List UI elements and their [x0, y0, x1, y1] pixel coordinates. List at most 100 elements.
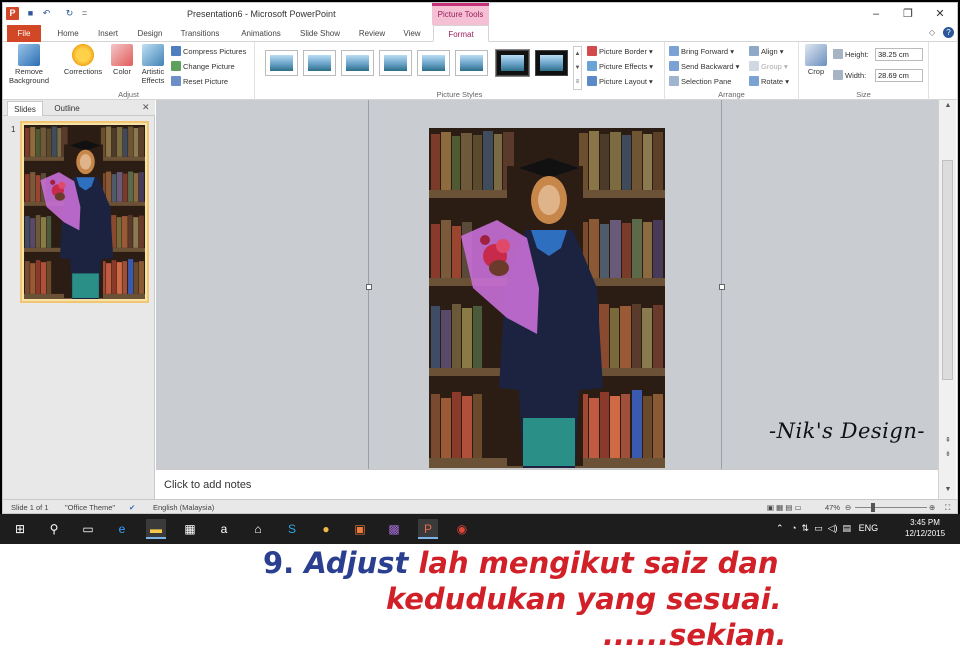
width-input[interactable]: 28.69 cm	[875, 69, 923, 82]
tab-animations[interactable]: Animations	[235, 25, 287, 42]
close-panel-icon[interactable]: ✕	[142, 102, 150, 113]
send-backward-button[interactable]: Send Backward ▾	[669, 60, 739, 73]
windows-start-icon[interactable]: ⊞	[10, 519, 30, 539]
slides-panel: Slides Outline ✕ 1	[3, 100, 155, 499]
photos-icon[interactable]: ▣	[350, 519, 370, 539]
zoom-level[interactable]: 47%	[825, 503, 840, 512]
align-button[interactable]: Align ▾	[749, 45, 784, 58]
home-icon[interactable]: ⌂	[248, 519, 268, 539]
tab-file[interactable]: File	[7, 25, 41, 42]
clock[interactable]: 3:45 PM 12/12/2015	[905, 517, 945, 539]
minimize-button[interactable]: –	[865, 6, 887, 22]
tab-home[interactable]: Home	[51, 25, 85, 42]
onenote-icon[interactable]: ▩	[384, 519, 404, 539]
scroll-down-arrow[interactable]: ▼	[939, 486, 957, 493]
input-language[interactable]: ENG	[859, 523, 879, 533]
powerpoint-logo-icon[interactable]: P	[6, 7, 19, 20]
picture-style-1[interactable]	[265, 50, 298, 76]
selection-pane-button[interactable]: Selection Pane	[669, 75, 731, 88]
slide-thumbnail[interactable]	[20, 121, 149, 303]
picture-style-3[interactable]	[341, 50, 374, 76]
battery-icon[interactable]: ▭	[814, 523, 823, 533]
picture-style-6[interactable]	[455, 50, 488, 76]
zoom-slider[interactable]	[855, 507, 927, 508]
notes-pane[interactable]: Click to add notes	[156, 469, 938, 499]
picture-style-5[interactable]	[417, 50, 450, 76]
picture-style-2[interactable]	[303, 50, 336, 76]
picture-style-4[interactable]	[379, 50, 412, 76]
scroll-up-arrow[interactable]: ▲	[939, 102, 957, 109]
show-hidden-icons[interactable]: ⌃	[776, 523, 784, 533]
zoom-in-icon[interactable]: ⊕	[929, 503, 935, 512]
vertical-scrollbar[interactable]: ▲ ⇞ ⇟ ▼	[938, 100, 956, 499]
edge-browser-icon[interactable]: e	[112, 519, 132, 539]
fit-slide-icon[interactable]: ⛶	[945, 503, 950, 513]
corrections-button[interactable]: Corrections	[61, 44, 105, 76]
help-icon[interactable]: ?	[943, 27, 954, 38]
crop-button[interactable]: Crop	[803, 44, 829, 76]
undo-icon[interactable]: ↶	[40, 7, 53, 20]
remove-background-button[interactable]: Remove Background	[7, 44, 51, 85]
next-slide-icon[interactable]: ⇟	[939, 450, 957, 458]
customize-qat-icon[interactable]: =	[78, 7, 91, 20]
graduation-photo[interactable]	[429, 128, 665, 468]
tab-design[interactable]: Design	[133, 25, 167, 42]
skype-icon[interactable]: S	[282, 519, 302, 539]
wifi-icon[interactable]: ◔	[791, 523, 796, 533]
artistic-effects-button[interactable]: Artistic Effects	[137, 44, 169, 85]
language-indicator[interactable]: English (Malaysia)	[153, 503, 214, 512]
task-view-icon[interactable]: ▭	[78, 519, 98, 539]
bring-forward-button[interactable]: Bring Forward ▾	[669, 45, 734, 58]
reset-picture-button[interactable]: Reset Picture	[171, 75, 228, 88]
tab-format[interactable]: Format	[433, 25, 489, 42]
file-explorer-icon[interactable]: ▬	[146, 519, 166, 539]
tab-transitions[interactable]: Transitions	[175, 25, 225, 42]
picture-border-button[interactable]: Picture Border ▾	[587, 45, 653, 58]
search-icon[interactable]: ⚲	[44, 519, 64, 539]
spell-check-icon[interactable]: ✔	[129, 503, 135, 512]
picture-style-7[interactable]	[495, 49, 530, 77]
powerpoint-taskbar-icon[interactable]: P	[418, 519, 438, 539]
maximize-button[interactable]: ❐	[897, 6, 919, 22]
resize-handle-right[interactable]	[719, 284, 725, 290]
compress-pictures-button[interactable]: Compress Pictures	[171, 45, 246, 58]
minimize-ribbon-icon[interactable]: ◇	[929, 28, 935, 37]
reset-picture-label: Reset Picture	[183, 77, 229, 86]
resize-handle-left[interactable]	[366, 284, 372, 290]
width-icon	[833, 70, 843, 80]
previous-slide-icon[interactable]: ⇞	[939, 436, 957, 444]
volume-icon[interactable]: ◁)	[828, 523, 838, 533]
change-picture-button[interactable]: Change Picture	[171, 60, 235, 73]
tab-review[interactable]: Review	[355, 25, 389, 42]
windows-taskbar: ⊞ ⚲ ▭ e ▬ ▦ a ⌂ S ● ▣ ▩ P ◉ ⌃ ◔ ⇅ ▭ ◁) ▤…	[0, 514, 960, 544]
system-tray[interactable]: ⌃ ◔ ⇅ ▭ ◁) ▤ ENG	[776, 523, 878, 534]
scroll-thumb[interactable]	[942, 160, 953, 380]
view-buttons[interactable]: ▣ ▦ ▤ ▭	[767, 503, 802, 512]
app-icon[interactable]: ●	[316, 519, 336, 539]
picture-style-8[interactable]	[535, 50, 568, 76]
rotate-button[interactable]: Rotate ▾	[749, 75, 789, 88]
notifications-icon[interactable]: ▤	[843, 523, 852, 533]
picture-styles-group: ▲ ▼ ≡ Picture Border ▾ Picture Effects ▾ P…	[255, 42, 665, 100]
redo-icon[interactable]: ↻	[63, 7, 76, 20]
store-icon[interactable]: ▦	[180, 519, 200, 539]
close-button[interactable]: ✕	[929, 6, 951, 22]
tab-outline[interactable]: Outline	[47, 101, 87, 116]
zoom-slider-knob[interactable]	[871, 503, 875, 512]
group-button[interactable]: Group ▾	[749, 60, 788, 73]
zoom-out-icon[interactable]: ⊖	[845, 503, 851, 512]
tab-slides[interactable]: Slides	[7, 101, 43, 116]
notes-placeholder[interactable]: Click to add notes	[164, 479, 251, 491]
chrome-icon[interactable]: ◉	[452, 519, 472, 539]
amazon-icon[interactable]: a	[214, 519, 234, 539]
tab-view[interactable]: View	[397, 25, 427, 42]
color-button[interactable]: Color	[107, 44, 137, 76]
tab-slide-show[interactable]: Slide Show	[295, 25, 345, 42]
styles-gallery-scroll[interactable]: ▲ ▼ ≡	[573, 46, 582, 90]
picture-effects-button[interactable]: Picture Effects ▾	[587, 60, 653, 73]
network-icon[interactable]: ⇅	[802, 523, 810, 533]
picture-layout-button[interactable]: Picture Layout ▾	[587, 75, 653, 88]
tab-insert[interactable]: Insert	[91, 25, 125, 42]
height-input[interactable]: 38.25 cm	[875, 48, 923, 61]
save-icon[interactable]: ■	[24, 7, 37, 20]
